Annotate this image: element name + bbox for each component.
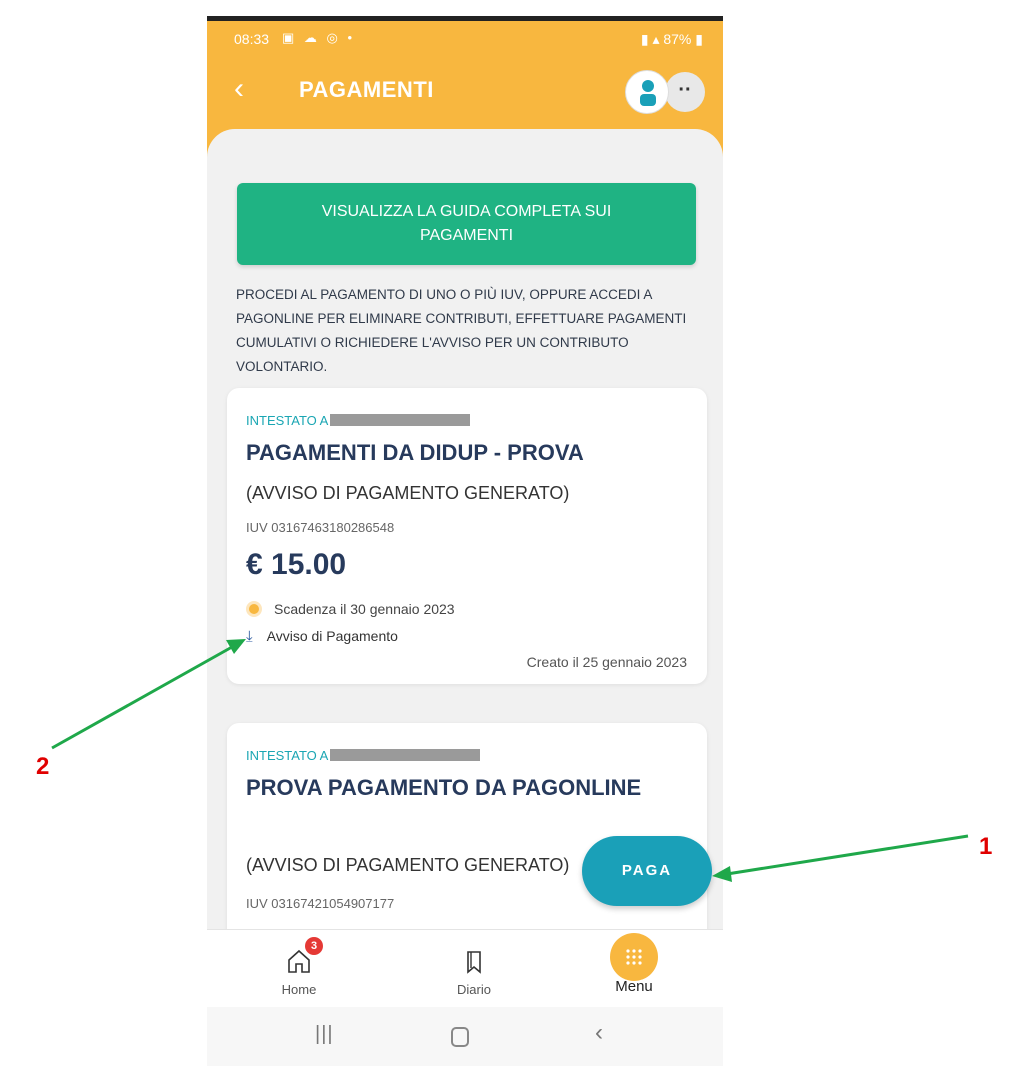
annotation-number-2: 2 [36,753,50,780]
annotation-number-1: 1 [979,833,993,860]
annotation-arrow-2 [51,639,246,750]
annotation-arrow-1 [712,834,969,882]
annotation-layer [51,639,969,882]
